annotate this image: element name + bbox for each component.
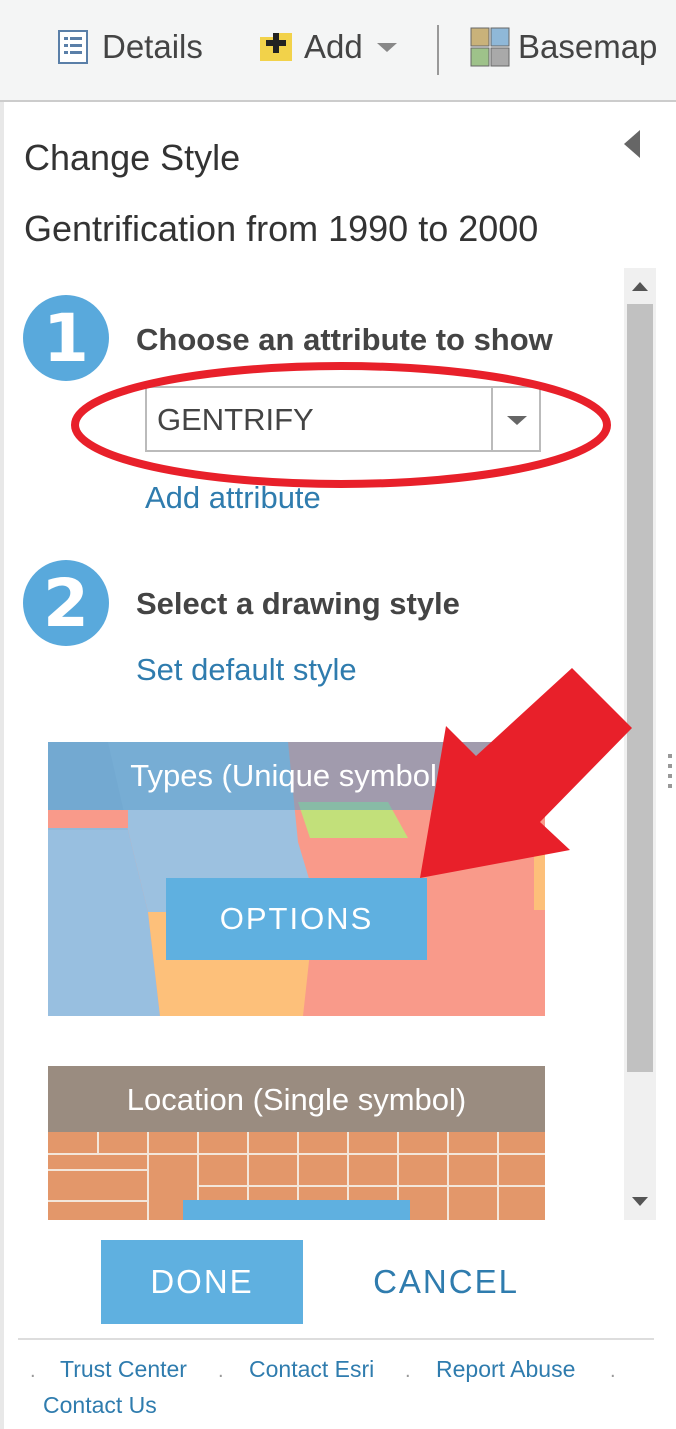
add-layer-icon — [260, 33, 292, 61]
step-2-badge: 2 — [23, 560, 109, 646]
panel-scrollbar[interactable] — [624, 268, 656, 1220]
details-label: Details — [102, 28, 203, 65]
footer-link-contact-esri[interactable]: Contact Esri — [249, 1356, 374, 1383]
step-1-title: Choose an attribute to show — [136, 322, 553, 357]
panel-title: Change Style — [24, 137, 241, 178]
details-button[interactable]: Details — [56, 22, 203, 72]
chevron-down-icon — [376, 42, 397, 52]
attribute-select-value: GENTRIFY — [157, 402, 314, 437]
details-icon — [58, 30, 88, 64]
basemap-button[interactable]: Basemap — [470, 22, 657, 72]
footer-separator: . — [30, 1360, 36, 1382]
toolbar-divider — [437, 25, 439, 75]
chevron-down-icon[interactable] — [507, 416, 527, 425]
footer-separator: . — [218, 1360, 224, 1382]
basemap-icon — [470, 27, 510, 67]
footer-link-contact-us[interactable]: Contact Us — [43, 1392, 157, 1419]
resize-grip-icon[interactable] — [668, 754, 674, 794]
attribute-select[interactable]: GENTRIFY — [145, 386, 541, 452]
options-button[interactable]: OPTIONS — [166, 878, 427, 960]
style-location-label: Location (Single symbol) — [126, 1082, 467, 1117]
footer-link-trust-center[interactable]: Trust Center — [60, 1356, 187, 1383]
select-divider — [491, 388, 493, 450]
basemap-label: Basemap — [518, 28, 658, 65]
toolbar: Details Add Basemap — [0, 0, 676, 102]
set-default-style-link[interactable]: Set default style — [136, 652, 357, 688]
location-options-button-partial[interactable] — [183, 1200, 410, 1220]
add-button[interactable]: Add — [256, 22, 397, 72]
add-attribute-link[interactable]: Add attribute — [145, 480, 321, 516]
scroll-down-icon[interactable] — [632, 1197, 648, 1206]
footer-separator: . — [610, 1360, 616, 1382]
footer-separator: . — [405, 1360, 411, 1382]
scroll-up-icon[interactable] — [632, 282, 648, 291]
style-card-location[interactable]: Location (Single symbol) — [48, 1066, 545, 1220]
scroll-thumb[interactable] — [627, 304, 653, 1072]
step-1-badge: 1 — [23, 295, 109, 381]
panel-edge — [0, 102, 4, 1429]
collapse-panel-icon[interactable] — [624, 130, 640, 158]
style-types-label: Types (Unique symbols) — [130, 758, 463, 793]
add-label: Add — [304, 28, 363, 65]
layer-name: Gentrification from 1990 to 2000 — [24, 208, 539, 249]
footer-divider — [18, 1338, 654, 1340]
cancel-button[interactable]: CANCEL — [346, 1240, 546, 1324]
step-2-title: Select a drawing style — [136, 586, 460, 621]
done-button[interactable]: DONE — [101, 1240, 303, 1324]
footer-link-report-abuse[interactable]: Report Abuse — [436, 1356, 575, 1383]
